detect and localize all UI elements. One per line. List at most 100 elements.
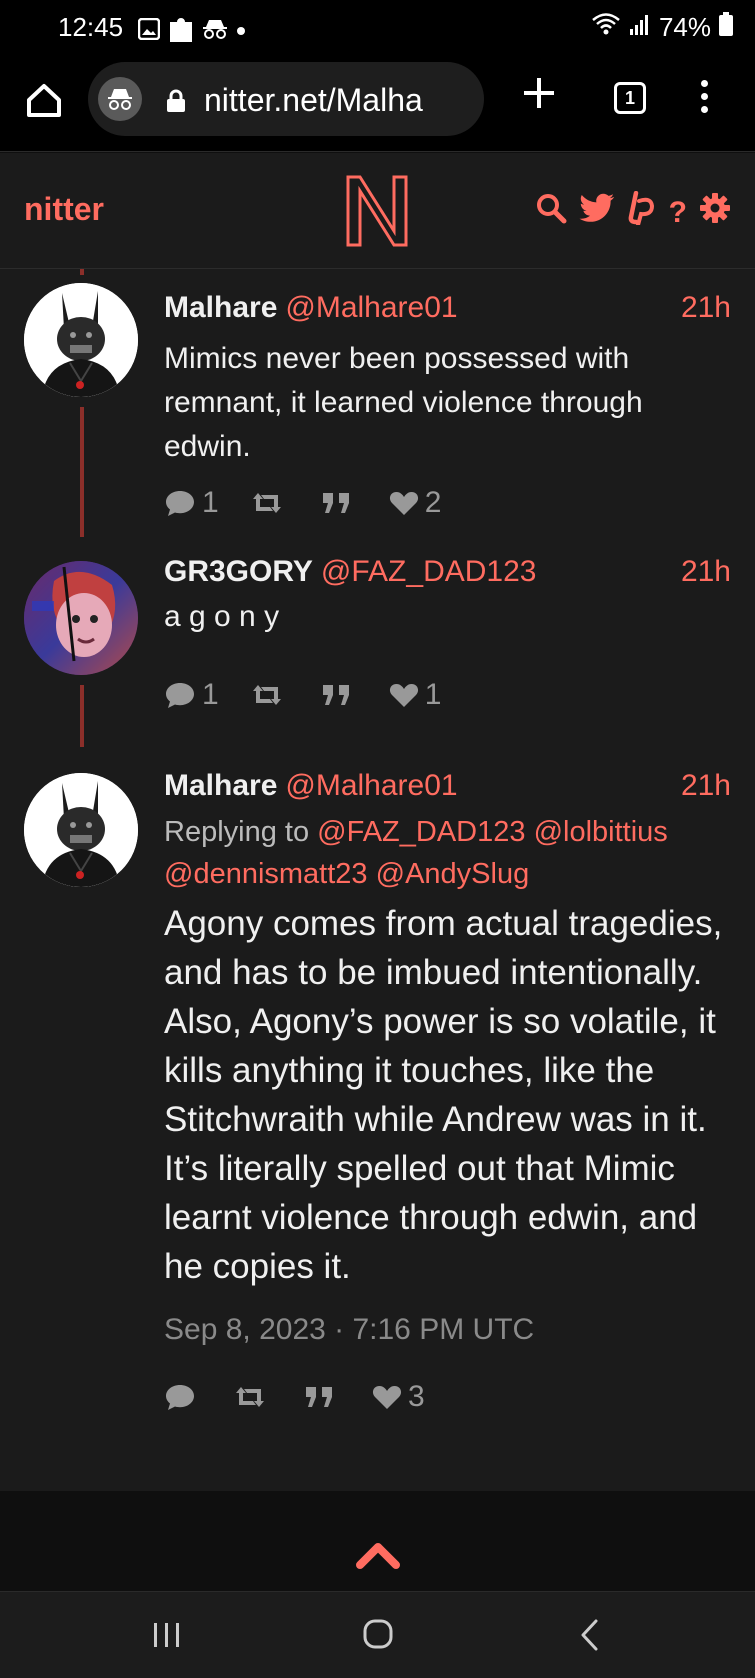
tab-switcher-button[interactable]: 1 — [614, 82, 646, 114]
tweet-header: GR3GORY @FAZ_DAD123 21h — [164, 555, 731, 591]
back-to-top-area — [0, 1491, 755, 1591]
reply-stat[interactable] — [164, 1383, 202, 1411]
tweet-username[interactable]: @Malhare01 — [285, 769, 457, 802]
chevron-up-icon — [356, 1543, 400, 1569]
tweet-username[interactable]: @Malhare01 — [285, 291, 457, 324]
home-nav-button[interactable] — [362, 1618, 394, 1655]
nitter-logo-icon — [346, 175, 408, 247]
gallery-icon — [137, 17, 161, 45]
menu-dot — [700, 106, 708, 113]
url-text[interactable]: nitter.net/Malha — [204, 82, 423, 119]
address-bar[interactable]: nitter.net/Malha — [88, 62, 484, 136]
retweet-icon — [252, 493, 281, 513]
menu-button[interactable] — [694, 80, 714, 120]
nitter-logo[interactable] — [344, 173, 410, 254]
battery-percent: 74% — [658, 12, 711, 42]
like-count: 2 — [424, 486, 442, 519]
wifi-icon — [591, 12, 621, 43]
tweet-published-date[interactable]: Sep 8, 2023 · 7:16 PM UTC — [164, 1313, 534, 1347]
replying-to: Replying to @FAZ_DAD123 @lolbittius @den… — [164, 811, 734, 895]
reply-stat[interactable]: 1 — [164, 486, 219, 520]
mention-link[interactable]: @lolbittius — [534, 816, 668, 848]
avatar-bunny-image — [24, 283, 138, 397]
new-tab-button[interactable] — [522, 76, 556, 117]
nitter-navbar: nitter ? — [0, 153, 755, 269]
tweet-fullname[interactable]: Malhare — [164, 769, 277, 802]
replying-to-prefix: Replying to — [164, 816, 310, 848]
battery-icon — [719, 12, 733, 43]
avatar[interactable] — [24, 561, 138, 675]
tweet-username[interactable]: @FAZ_DAD123 — [321, 555, 537, 588]
quote-stat[interactable] — [321, 491, 359, 515]
mention-link[interactable]: @dennismatt23 — [164, 858, 368, 890]
tweet-date[interactable]: 21h — [681, 555, 731, 589]
tweet-date[interactable]: 21h — [681, 769, 731, 803]
mention-link[interactable]: @AndySlug — [376, 858, 530, 890]
back-nav-button[interactable] — [578, 1618, 602, 1657]
puzzle-icon — [168, 14, 194, 49]
help-icon[interactable]: ? — [669, 195, 687, 231]
back-chevron-icon — [581, 1619, 598, 1651]
comment-icon — [166, 491, 194, 516]
like-stat[interactable]: 3 — [372, 1380, 425, 1414]
settings-icon[interactable] — [699, 192, 731, 233]
tweet-text: Mimics never been possessed with remnant… — [164, 342, 643, 463]
avatar-bunny-image — [24, 773, 138, 887]
tweet-header: Malhare @Malhare01 21h — [164, 769, 731, 805]
lock-icon[interactable] — [166, 89, 186, 118]
avatar-gregory-image — [24, 561, 138, 675]
status-icons-left — [137, 14, 246, 49]
comment-icon — [166, 1385, 194, 1410]
tweet-stats: 1 1 — [164, 677, 471, 713]
status-time: 12:45 — [58, 12, 124, 42]
signal-icon — [629, 12, 651, 43]
retweet-stat[interactable] — [249, 683, 291, 707]
tweet-date[interactable]: 21h — [681, 291, 731, 325]
tweet-fullname[interactable]: Malhare — [164, 291, 277, 324]
reply-stat[interactable]: 1 — [164, 678, 219, 712]
heart-icon — [389, 492, 418, 515]
incognito-indicator[interactable] — [98, 77, 142, 121]
heart-icon — [372, 1386, 402, 1409]
dot-icon — [236, 23, 246, 41]
plus-icon — [524, 78, 554, 108]
tweet-fullname[interactable]: GR3GORY — [164, 555, 313, 588]
menu-dot — [700, 80, 708, 87]
quote-stat[interactable] — [304, 1385, 342, 1409]
retweet-stat[interactable] — [232, 1385, 274, 1409]
heart-icon — [389, 684, 418, 707]
thread-line — [80, 407, 84, 537]
recents-button[interactable] — [152, 1620, 182, 1655]
avatar[interactable] — [24, 773, 138, 887]
nav-icons: ? — [535, 190, 731, 234]
back-to-top-button[interactable] — [356, 1539, 400, 1574]
like-stat[interactable]: 1 — [389, 678, 442, 712]
quote-icon — [322, 685, 349, 705]
retweet-stat[interactable] — [249, 491, 291, 515]
reply-count: 1 — [202, 678, 219, 711]
liberapay-icon[interactable] — [627, 190, 657, 234]
incognito-icon — [202, 18, 228, 45]
main-tweet[interactable]: Malhare @Malhare01 21h Replying to @FAZ_D… — [0, 769, 755, 1491]
tweet-header: Malhare @Malhare01 21h — [164, 291, 731, 327]
tweet[interactable]: Malhare @Malhare01 21h Mimics never been … — [0, 279, 755, 549]
tweet-text: Agony comes from actual tragedies, and h… — [164, 904, 723, 1286]
nitter-brand-link[interactable]: nitter — [24, 191, 104, 228]
like-stat[interactable]: 2 — [389, 486, 442, 520]
thread-line — [80, 269, 84, 275]
status-bar: 12:45 74% — [0, 0, 755, 56]
quote-icon — [322, 493, 349, 513]
tweet[interactable]: GR3GORY @FAZ_DAD123 21h a g o n y 1 1 — [0, 555, 755, 765]
twitter-icon[interactable] — [579, 193, 615, 232]
system-navigation-bar — [0, 1591, 755, 1678]
retweet-icon — [236, 1387, 264, 1407]
home-button[interactable] — [24, 80, 64, 120]
like-count: 1 — [424, 678, 442, 711]
avatar[interactable] — [24, 283, 138, 397]
quote-stat[interactable] — [321, 683, 359, 707]
incognito-icon — [108, 89, 132, 110]
tweet-stats: 1 2 — [164, 485, 471, 521]
search-icon[interactable] — [535, 192, 567, 233]
mention-link[interactable]: @FAZ_DAD123 — [317, 816, 525, 848]
browser-toolbar: nitter.net/Malha 1 — [0, 56, 755, 152]
